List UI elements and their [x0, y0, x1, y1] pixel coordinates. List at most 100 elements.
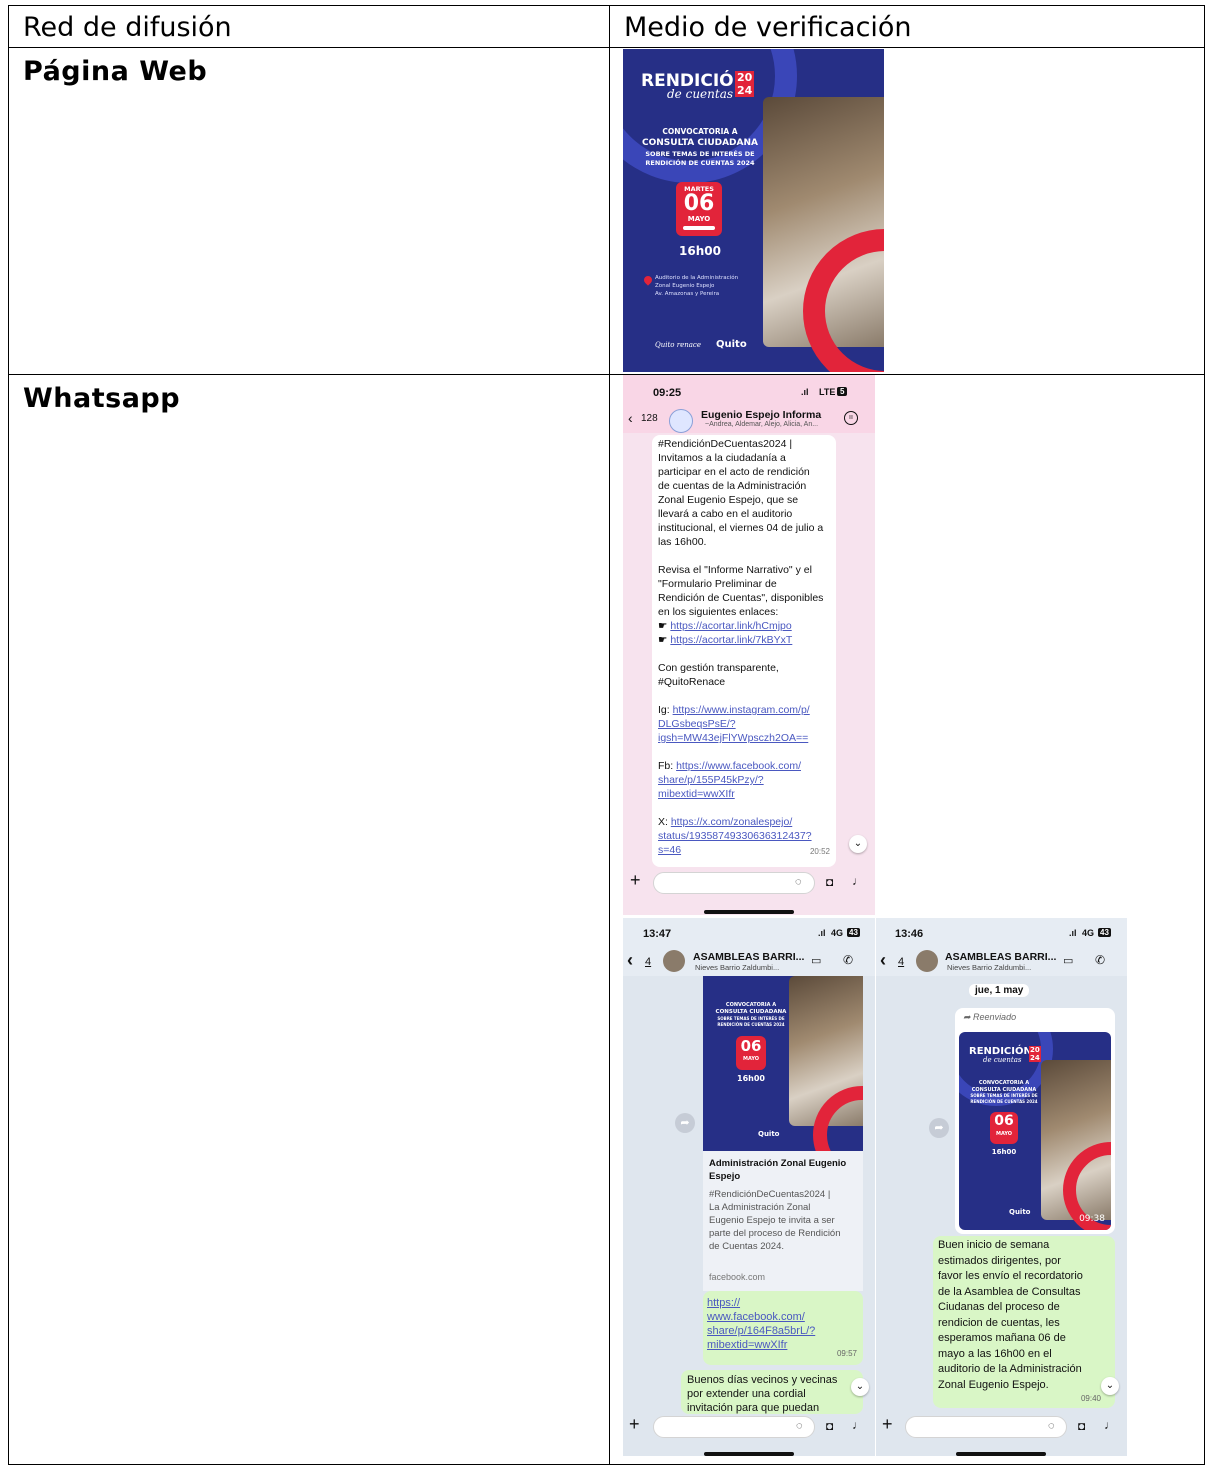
link-2[interactable]: https://acortar.link/7kBYxT — [670, 634, 792, 646]
poster-convoca-2: CONSULTA CIUDADANA — [642, 138, 758, 148]
poster-time: 16h00 — [679, 244, 721, 258]
plus-icon[interactable]: + — [629, 1414, 640, 1435]
date-chip: jue, 1 may — [969, 984, 1030, 997]
poster-convoca-1: CONVOCATORIA A — [662, 127, 738, 136]
back-chevron-icon[interactable]: ‹ — [627, 950, 633, 971]
poster-year-bottom: 24 — [1029, 1054, 1041, 1062]
chat-members: ~Andrea, Aldemar, Alejo, Alicia, An... — [705, 421, 819, 428]
forwarded-message: ➦ Reenviado RENDICIÓN de cuentas 20 24 C… — [955, 1008, 1115, 1234]
battery-icon: 43 — [847, 928, 860, 937]
x-link-3[interactable]: s=46 — [658, 844, 681, 856]
fb-link-3[interactable]: mibextid=wwXIfr — [658, 788, 735, 800]
scroll-down-icon[interactable]: ⌄ — [1101, 1377, 1119, 1395]
plus-icon[interactable]: + — [630, 870, 641, 891]
link-1[interactable]: https://acortar.link/hCmjpo — [670, 620, 791, 632]
scroll-down-icon[interactable]: ⌄ — [849, 835, 867, 853]
video-call-icon[interactable]: ▭ — [811, 954, 821, 967]
message-input[interactable] — [653, 872, 815, 894]
back-count[interactable]: 4 — [645, 956, 651, 968]
ig-link-3[interactable]: igsh=MW43ejFlYWpsczh2OA== — [658, 732, 808, 744]
preview-line: Eugenio Espejo te invita a ser — [709, 1215, 835, 1226]
network-label: 4G — [831, 928, 844, 938]
fb-link-1[interactable]: https://www.facebook.com/ — [676, 760, 801, 772]
chat-title[interactable]: ASAMBLEAS BARRI... — [945, 951, 1056, 963]
x-link-1[interactable]: https://x.com/zonalespejo/ — [671, 816, 792, 828]
fb-link-2[interactable]: share/p/155P45kPzy/? — [658, 774, 764, 786]
forward-icon[interactable]: ➦ — [929, 1118, 949, 1138]
link-line[interactable]: share/p/164F8a5brL/? — [707, 1324, 859, 1338]
camera-icon[interactable]: ◘ — [826, 1419, 833, 1433]
link-line[interactable]: www.facebook.com/ — [707, 1310, 859, 1324]
back-chevron-icon[interactable]: ‹ — [628, 410, 633, 426]
closing-2: #QuitoRenace — [658, 676, 726, 688]
camera-icon[interactable]: ◘ — [826, 875, 833, 889]
chat-header: ‹ 4 ASAMBLEAS BARRI... Nieves Barrio Zal… — [876, 946, 1127, 976]
forwarded-poster-image: CONVOCATORIA A CONSULTA CIUDADANA SOBRE … — [703, 976, 863, 1151]
link-message: https://www.facebook.com/share/p/164F8a5… — [703, 1291, 863, 1365]
microphone-icon[interactable]: ♩ — [852, 1418, 864, 1432]
poster-date-box: 06 MAYO — [736, 1036, 766, 1070]
microphone-icon[interactable]: ♩ — [1104, 1418, 1116, 1432]
quito-logo: Quito — [1009, 1208, 1031, 1216]
message-line: de la Asamblea de Consultas — [938, 1285, 1081, 1298]
phone-call-icon[interactable]: ✆ — [1095, 953, 1105, 967]
forwarded-poster-image: RENDICIÓN de cuentas 20 24 CONVOCATORIA … — [959, 1032, 1111, 1230]
row-whatsapp-label-cell: Whatsapp — [8, 374, 610, 1465]
forwarded-text: Reenviado — [973, 1012, 1017, 1022]
link-preview[interactable]: Administración Zonal Eugenio Espejo #Ren… — [703, 1151, 863, 1291]
link-lines: https://www.facebook.com/share/p/164F8a5… — [707, 1296, 859, 1352]
message-line: invitación para que puedan — [687, 1402, 820, 1414]
message-input[interactable] — [653, 1416, 815, 1438]
forward-icon[interactable]: ➦ — [675, 1113, 695, 1133]
message-line: Buenos días vecinos y vecinas — [687, 1374, 838, 1386]
scroll-down-icon[interactable]: ⌄ — [851, 1378, 869, 1396]
audio-call-icon[interactable]: ıı — [844, 411, 858, 425]
message-time: 09:57 — [836, 1349, 857, 1358]
link-line[interactable]: https:// — [707, 1296, 859, 1310]
message-text: #RendiciónDeCuentas2024 | Invitamos a la … — [658, 437, 830, 619]
plus-icon[interactable]: + — [882, 1414, 893, 1435]
chat-title[interactable]: Eugenio Espejo Informa — [701, 409, 821, 421]
x-link-2[interactable]: status/19358749330636312437? — [658, 830, 812, 842]
poster-date-box: 06 MAYO — [990, 1112, 1018, 1144]
text-message: Buen inicio de semana estimados dirigente… — [933, 1236, 1115, 1408]
back-chevron-icon[interactable]: ‹ — [880, 950, 886, 971]
ig-link-2[interactable]: DLGsbeqsPsE/? — [658, 718, 736, 730]
home-indicator — [704, 910, 794, 914]
phone-call-icon[interactable]: ✆ — [843, 953, 853, 967]
forwarded-arrow-icon: ➦ — [963, 1012, 974, 1022]
chat-members: Nieves Barrio Zaldumbi... — [695, 963, 780, 972]
group-avatar[interactable] — [663, 950, 685, 972]
message-line: favor les envío el recordatorio — [938, 1270, 1083, 1282]
poster-time: 16h00 — [991, 1148, 1017, 1156]
preview-line: de Cuentas 2024. — [709, 1241, 785, 1252]
forwarded-label: ➦ Reenviado — [963, 1012, 1016, 1023]
message-input[interactable] — [905, 1416, 1067, 1438]
poster-place-3: Av. Amazonas y Pereira — [655, 291, 720, 297]
home-indicator — [704, 1452, 794, 1456]
sticker-icon[interactable]: ◌ — [796, 1420, 803, 1432]
whatsapp-screenshot-2: 13:47 .ıl 4G 43 ‹ 4 ASAMBLEAS BARRI... N… — [623, 918, 875, 1456]
microphone-icon[interactable]: ♩ — [852, 874, 864, 888]
sticker-icon[interactable]: ◌ — [795, 876, 802, 888]
preview-title: Administración Zonal Eugenio Espejo — [709, 1158, 847, 1182]
back-count[interactable]: 4 — [898, 956, 904, 968]
poster-year-top: 20 — [1029, 1046, 1041, 1054]
camera-icon[interactable]: ◘ — [1078, 1419, 1085, 1433]
chat-title[interactable]: ASAMBLEAS BARRI... — [693, 951, 804, 963]
message-line: institucional, el viernes 04 de julio a — [658, 522, 824, 534]
status-bar: 13:46 .ıl 4G 43 — [876, 918, 1127, 946]
group-avatar[interactable] — [916, 950, 938, 972]
poster-year-bottom: 24 — [735, 84, 755, 97]
ig-link-1[interactable]: https://www.instagram.com/p/ — [673, 704, 810, 716]
video-call-icon[interactable]: ▭ — [1063, 954, 1073, 967]
poster-date-box: MARTES 06 MAYO — [676, 182, 722, 236]
message-line: en los siguientes enlaces: — [658, 606, 779, 618]
message-line — [658, 549, 830, 563]
message-line: de cuentas de la Administración — [658, 480, 807, 492]
back-count[interactable]: 128 — [641, 413, 658, 424]
status-time: 09:25 — [653, 387, 682, 399]
message-line: Zonal Eugenio Espejo. — [938, 1378, 1049, 1391]
sticker-icon[interactable]: ◌ — [1048, 1420, 1055, 1432]
group-avatar[interactable] — [669, 409, 693, 433]
